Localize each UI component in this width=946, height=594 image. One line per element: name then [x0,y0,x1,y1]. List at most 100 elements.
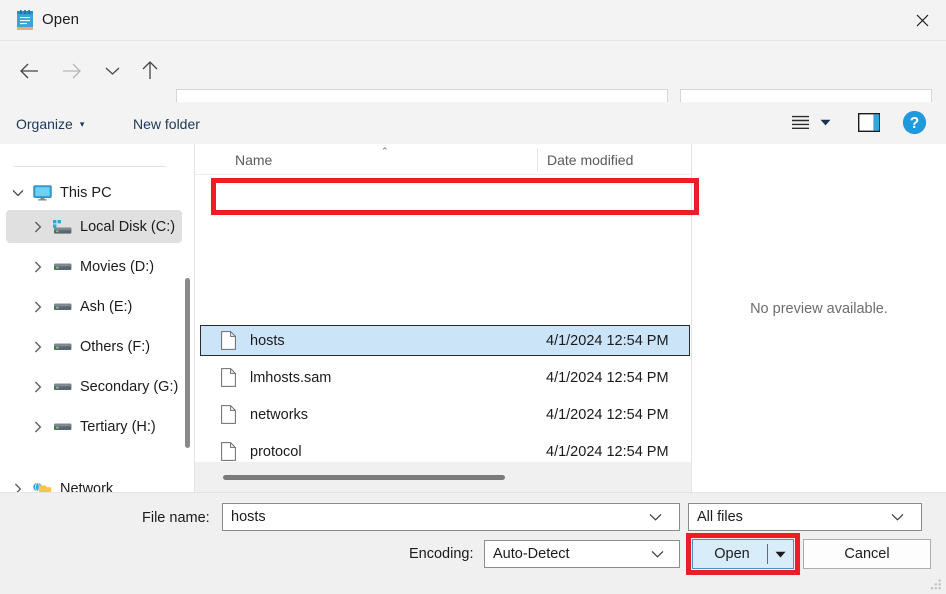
column-header-name[interactable]: Name [235,152,272,168]
cancel-button[interactable]: Cancel [803,539,931,569]
sidebar-item-others-f[interactable]: Others (F:) [6,330,182,363]
chevron-right-icon[interactable] [26,221,50,233]
sidebar-item-network[interactable]: Network [6,472,182,492]
back-arrow-icon [19,62,40,80]
sidebar-item-label: Network [60,481,113,493]
up-arrow-icon [141,60,159,81]
file-name-combobox[interactable] [222,503,680,531]
file-icon [215,331,241,350]
chevron-right-icon[interactable] [26,261,50,273]
encoding-value: Auto-Detect [493,546,643,562]
file-name-label: File name: [142,510,210,526]
notepad-icon [15,10,35,31]
table-row[interactable]: lmhosts.sam 4/1/2024 12:54 PM [201,362,689,393]
encoding-combobox[interactable]: Auto-Detect [484,540,680,568]
drive-icon [50,419,74,435]
sort-ascending-icon: ⌃ [381,146,389,157]
file-icon [215,442,241,461]
open-button-label: Open [693,546,767,562]
chevron-down-icon: ▾ [80,119,85,130]
column-header-date-modified[interactable]: Date modified [547,152,633,168]
open-button[interactable]: Open [692,539,794,569]
drive-icon [50,339,74,355]
sidebar-scrollbar-thumb[interactable] [185,278,190,448]
file-type-filter-value: All files [697,509,883,525]
close-button[interactable] [899,0,946,41]
file-name: lmhosts.sam [250,370,510,386]
new-folder-label: New folder [133,116,200,132]
encoding-label: Encoding: [409,546,474,562]
open-dropdown-button[interactable] [768,551,793,558]
chevron-right-icon[interactable] [6,483,30,493]
navigation-sidebar[interactable]: This PC Local Disk (C:) [0,144,194,492]
chevron-down-icon [649,513,662,521]
preview-pane-icon [858,113,880,132]
chevron-right-icon[interactable] [26,421,50,433]
file-date-modified: 4/1/2024 12:54 PM [546,333,669,349]
file-list[interactable]: ⌃ Name Date modified hosts 4/1/2024 12:5… [195,144,691,492]
up-button[interactable] [131,52,168,89]
file-type-filter-combobox[interactable]: All files [688,503,922,531]
horizontal-scrollbar-thumb[interactable] [223,475,505,480]
help-button[interactable]: ? [902,110,927,135]
view-options-dropdown[interactable] [816,110,834,134]
encoding-dropdown-button[interactable] [643,550,671,558]
sidebar-item-this-pc[interactable]: This PC [6,176,182,209]
recent-locations-button[interactable] [94,52,131,89]
network-icon [30,481,54,493]
sidebar-item-label: This PC [60,185,112,201]
dialog-body: This PC Local Disk (C:) [0,144,946,492]
sidebar-item-movies-d[interactable]: Movies (D:) [6,250,182,283]
monitor-icon [30,185,54,201]
title-bar: Open [0,0,946,41]
view-options-button[interactable] [788,110,812,134]
chevron-right-icon[interactable] [26,341,50,353]
file-name: protocol [250,444,510,460]
chevron-right-icon[interactable] [26,301,50,313]
table-row[interactable]: hosts 4/1/2024 12:54 PM [200,325,690,356]
file-name: networks [250,407,510,423]
back-button[interactable] [11,52,48,89]
cancel-button-label: Cancel [844,546,889,562]
sidebar-item-label: Others (F:) [80,339,150,355]
sidebar-item-ash-e[interactable]: Ash (E:) [6,290,182,323]
column-header-underline [195,174,691,175]
sidebar-item-label: Movies (D:) [80,259,154,275]
sidebar-item-local-disk-c[interactable]: Local Disk (C:) [6,210,182,243]
file-date-modified: 4/1/2024 12:54 PM [546,444,669,460]
preview-pane-toggle[interactable] [856,110,882,134]
sidebar-divider [14,166,166,167]
preview-message: No preview available. [692,144,946,474]
chevron-right-icon[interactable] [26,381,50,393]
drive-icon [50,299,74,315]
resize-grip-icon[interactable] [929,578,942,591]
organize-label: Organize [16,116,73,132]
file-name-dropdown-button[interactable] [641,513,669,521]
forward-arrow-icon [61,62,82,80]
svg-text:?: ? [910,115,919,132]
sidebar-scrollbar[interactable] [182,144,194,492]
organize-button[interactable]: Organize ▾ [16,111,84,136]
sidebar-item-label: Ash (E:) [80,299,132,315]
file-date-modified: 4/1/2024 12:54 PM [546,370,669,386]
forward-button[interactable] [53,52,90,89]
new-folder-button[interactable]: New folder [133,111,200,136]
column-divider[interactable] [537,148,538,171]
sidebar-item-label: Local Disk (C:) [80,219,175,235]
table-row[interactable]: networks 4/1/2024 12:54 PM [201,399,689,430]
file-name-input[interactable] [231,509,641,525]
sidebar-item-tertiary-h[interactable]: Tertiary (H:) [6,410,182,443]
chevron-down-icon [820,119,831,126]
list-view-icon [791,115,810,129]
sidebar-item-secondary-g[interactable]: Secondary (G:) [6,370,182,403]
file-type-filter-dropdown-button[interactable] [883,513,911,521]
open-file-dialog: Open [0,0,946,594]
chevron-down-icon[interactable] [6,189,30,197]
horizontal-scrollbar[interactable] [195,462,691,492]
window-title: Open [42,11,79,28]
preview-pane: No preview available. [692,144,946,492]
chevron-down-icon [891,513,904,521]
chevron-down-icon [775,551,786,558]
chevron-down-icon [651,550,664,558]
drive-icon [50,379,74,395]
